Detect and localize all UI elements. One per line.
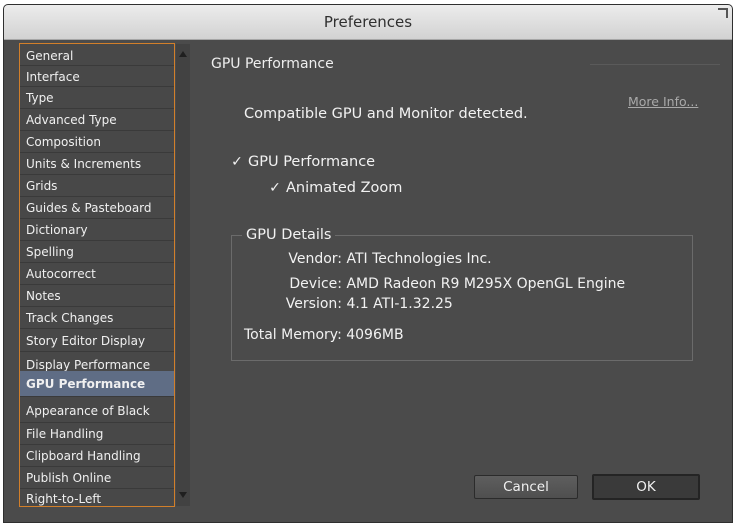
section-divider [590, 64, 720, 65]
total-memory-row: Total Memory: 4096MB [244, 327, 404, 343]
sidebar-item-appearance-of-black[interactable]: Appearance of Black [20, 399, 174, 423]
device-label: Device: [289, 276, 342, 292]
resize-corner-icon [718, 8, 728, 18]
sidebar-item-guides-pasteboard[interactable]: Guides & Pasteboard [20, 198, 174, 219]
version-label: Version: [285, 296, 342, 312]
gpu-performance-label: GPU Performance [248, 154, 376, 170]
sidebar-item-publish-online[interactable]: Publish Online [20, 468, 174, 489]
sidebar-item-clipboard-handling[interactable]: Clipboard Handling [20, 446, 174, 467]
more-info-link[interactable]: More Info... [628, 94, 698, 109]
sidebar-item-interface[interactable]: Interface [20, 67, 174, 87]
device-value: AMD Radeon R9 M295X OpenGL Engine [346, 276, 626, 292]
ok-button[interactable]: OK [592, 474, 700, 500]
sidebar-item-composition[interactable]: Composition [20, 132, 174, 153]
animated-zoom-label: Animated Zoom [286, 180, 403, 196]
sidebar-scrollbar[interactable] [176, 44, 190, 506]
cancel-button[interactable]: Cancel [474, 475, 578, 499]
gpu-detected-message: Compatible GPU and Monitor detected. [244, 106, 528, 122]
sidebar-item-right-to-left[interactable]: Right-to-Left [20, 490, 174, 508]
sidebar-item-general[interactable]: General [20, 46, 174, 66]
version-value: 4.1 ATI-1.32.25 [346, 296, 453, 312]
sidebar-item-gpu-performance[interactable]: GPU Performance [20, 371, 174, 397]
total-memory-label: Total Memory: [244, 327, 342, 343]
version-row: Version: 4.1 ATI-1.32.25 [244, 296, 453, 312]
sidebar-item-spelling[interactable]: Spelling [20, 242, 174, 263]
sidebar-item-notes[interactable]: Notes [20, 286, 174, 307]
sidebar-item-track-changes[interactable]: Track Changes [20, 308, 174, 329]
sidebar-item-story-editor-display[interactable]: Story Editor Display [20, 330, 174, 352]
animated-zoom-checkbox[interactable]: ✓ Animated Zoom [268, 180, 402, 196]
vendor-value: ATI Technologies Inc. [346, 251, 492, 267]
sidebar-item-grids[interactable]: Grids [20, 176, 174, 197]
sidebar-item-units-increments[interactable]: Units & Increments [20, 154, 174, 175]
window-title: Preferences [323, 13, 413, 31]
vendor-row: Vendor: ATI Technologies Inc. [244, 251, 492, 267]
preferences-category-list[interactable]: General Interface Type Advanced Type Com… [19, 43, 175, 507]
sidebar-item-type[interactable]: Type [20, 88, 174, 109]
scroll-up-arrow-icon[interactable] [179, 51, 187, 57]
sidebar-item-file-handling[interactable]: File Handling [20, 424, 174, 445]
sidebar-item-dictionary[interactable]: Dictionary [20, 220, 174, 241]
sidebar-item-autocorrect[interactable]: Autocorrect [20, 264, 174, 285]
total-memory-value: 4096MB [346, 327, 404, 343]
device-row: Device: AMD Radeon R9 M295X OpenGL Engin… [244, 276, 625, 292]
scroll-down-arrow-icon[interactable] [179, 492, 187, 498]
sidebar-item-advanced-type[interactable]: Advanced Type [20, 110, 174, 131]
title-bar[interactable]: Preferences [4, 5, 732, 40]
checkmark-icon: ✓ [231, 154, 243, 170]
checkmark-icon: ✓ [269, 180, 281, 196]
gpu-details-legend: GPU Details [246, 227, 332, 243]
gpu-performance-checkbox[interactable]: ✓ GPU Performance [230, 154, 375, 170]
vendor-label: Vendor: [288, 251, 342, 267]
section-title: GPU Performance [211, 56, 334, 72]
